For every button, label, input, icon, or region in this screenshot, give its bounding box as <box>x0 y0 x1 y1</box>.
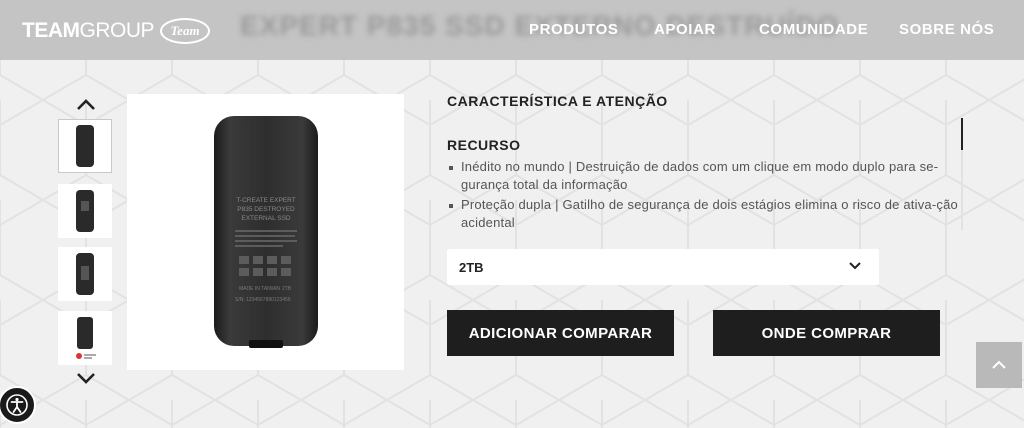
chevron-down-icon[interactable] <box>76 372 96 386</box>
capacity-selected-value: 2TB <box>459 259 484 275</box>
features-scrollbar-thumb[interactable] <box>961 118 963 150</box>
feature-item: Proteção dupla | Gatilho de segurança de… <box>447 196 959 232</box>
product-main-image: T-CREATE EXPERT P835 DESTROYED EXTERNAL … <box>127 94 404 370</box>
feature-item: Inédito no mundo | Destruição de dados c… <box>447 158 959 194</box>
teamgroup-logo[interactable]: TEAMGROUP Team <box>22 14 211 48</box>
features-heading: CARACTERÍSTICA E ATENÇÃO <box>447 93 668 109</box>
ssd-front-thumbnail <box>76 125 94 167</box>
nav-produtos[interactable]: PRODUTOS <box>529 0 619 58</box>
chevron-up-icon[interactable] <box>76 97 96 111</box>
features-list: Inédito no mundo | Destruição de dados c… <box>447 158 959 234</box>
gallery-thumbnail-1[interactable] <box>58 119 112 173</box>
external-ssd-image: T-CREATE EXPERT P835 DESTROYED EXTERNAL … <box>214 116 318 348</box>
add-compare-button[interactable]: ADICIONAR COMPARAR <box>447 310 674 356</box>
gallery-thumbnail-2[interactable] <box>58 184 112 238</box>
product-label-line-3: EXTERNAL SSD <box>241 215 291 222</box>
features-subheading: RECURSO <box>447 137 521 153</box>
ssd-back-thumbnail <box>76 190 94 232</box>
capacity-select[interactable]: 2TB <box>447 249 879 285</box>
where-to-buy-button[interactable]: ONDE COMPRAR <box>713 310 940 356</box>
capacity-label: 2TB <box>282 286 292 292</box>
team-badge-logo: Team <box>160 18 211 44</box>
product-label-line-1: T-CREATE EXPERT <box>236 197 295 204</box>
chevron-up-icon <box>992 360 1006 369</box>
ssd-detail-thumbnail <box>76 317 96 359</box>
product-label-line-2: P835 DESTROYED <box>237 206 295 213</box>
nav-comunidade[interactable]: COMUNIDADE <box>759 0 868 58</box>
made-in-label: MADE IN TAIWAN <box>239 286 280 292</box>
chevron-down-icon <box>849 262 861 270</box>
accessibility-icon <box>6 394 28 416</box>
serial-number-label: S/N: 1234567890123456 <box>235 297 291 303</box>
nav-sobre-nos[interactable]: SOBRE NÓS <box>899 0 994 58</box>
nav-apoiar[interactable]: APOIAR <box>654 0 716 58</box>
logo-text: TEAMGROUP <box>22 19 155 42</box>
ssd-switch-thumbnail <box>76 253 94 295</box>
gallery-thumbnail-3[interactable] <box>58 247 112 301</box>
back-to-top-button[interactable] <box>976 342 1022 388</box>
gallery-thumbnail-4[interactable] <box>58 311 112 365</box>
features-scrollbar-track[interactable] <box>961 150 963 230</box>
